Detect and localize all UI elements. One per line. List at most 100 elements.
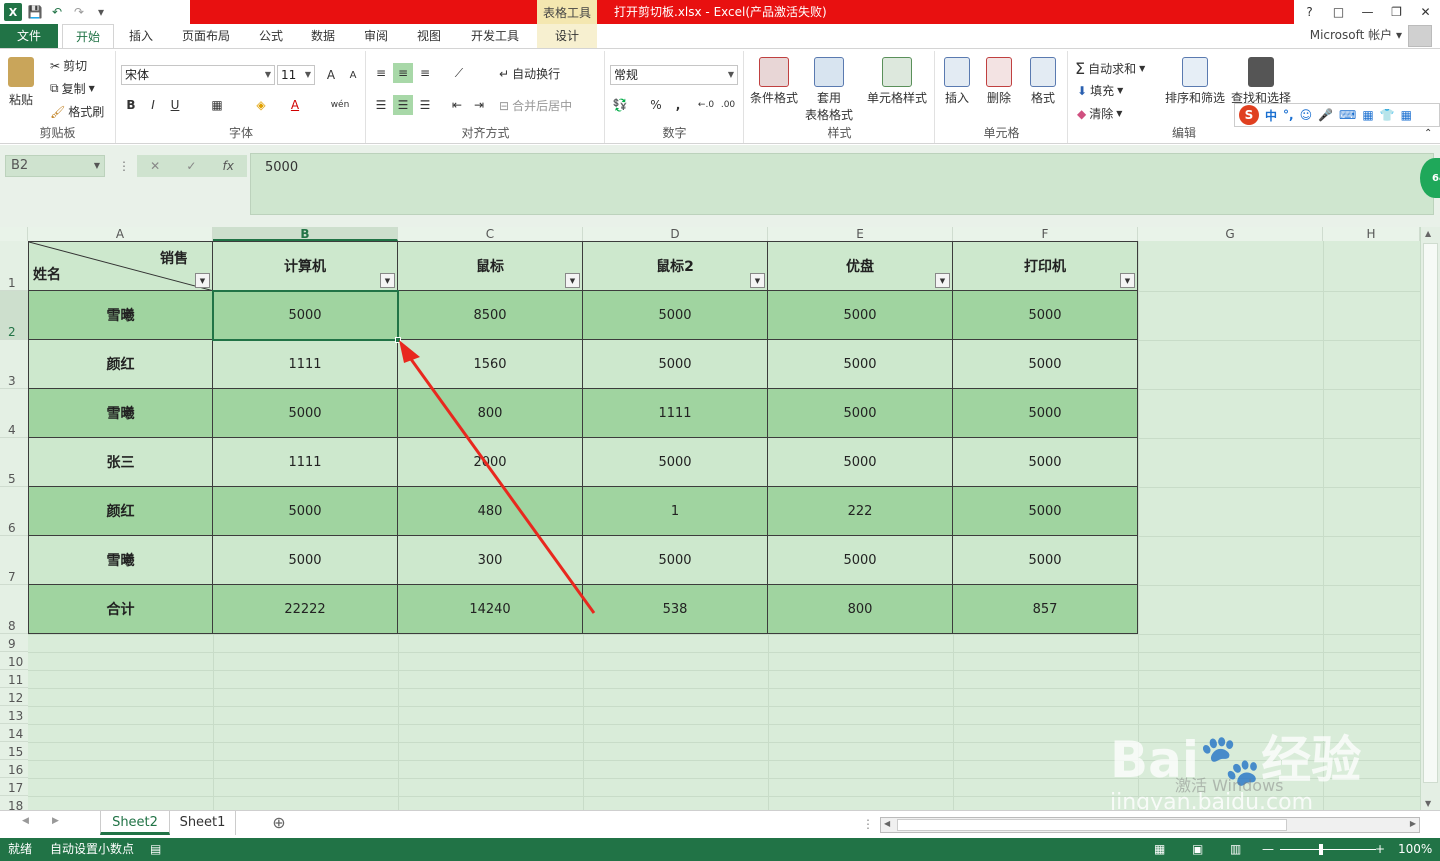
copy-button[interactable]: ⧉ 复制 ▼ [50,80,95,97]
table-corner-cell[interactable]: 销售 姓名 ▼ [28,241,213,291]
maximize-button[interactable]: ❐ [1382,0,1411,24]
orientation-icon[interactable]: ⟋ [449,63,469,83]
close-button[interactable]: ✕ [1411,0,1440,24]
table-cell[interactable]: 5000 [213,389,398,438]
align-left-icon[interactable]: ☰ [371,95,391,115]
row-header-9[interactable]: 9 [0,634,28,652]
table-cell[interactable]: 1111 [213,340,398,389]
insert-cells-button[interactable]: 插入 [944,57,970,106]
table-cell[interactable]: 5000 [213,536,398,585]
vertical-scroll-thumb[interactable] [1423,243,1438,783]
save-icon[interactable]: 💾 [26,3,44,21]
tab-view[interactable]: 视图 [406,24,452,48]
increase-indent-icon[interactable]: ⇥ [469,95,489,115]
tab-design[interactable]: 设计 [537,24,597,48]
scroll-left-icon[interactable]: ◀ [884,819,890,828]
row-header-6[interactable]: 6 [0,487,28,536]
fill-button[interactable]: ⬇ 填充 ▼ [1077,82,1123,99]
undo-icon[interactable]: ↶ [48,3,66,21]
format-painter-button[interactable]: 🖌 格式刷 [50,103,104,120]
font-name-combo[interactable]: 宋体 ▼ [121,65,275,85]
table-cell[interactable]: 800 [398,389,583,438]
filter-dropdown-icon[interactable]: ▼ [750,273,765,288]
table-cell[interactable]: 5000 [768,340,953,389]
align-center-icon[interactable]: ☰ [393,95,413,115]
table-cell[interactable]: 480 [398,487,583,536]
table-cell[interactable]: 222 [768,487,953,536]
table-header-cell[interactable]: 鼠标 ▼ [398,241,583,291]
table-name-cell[interactable]: 雪曦 [28,389,213,438]
cell-styles-button[interactable]: 单元格样式 [867,57,927,106]
table-name-cell[interactable]: 颜红 [28,340,213,389]
name-box[interactable]: B2 ▼ [5,155,105,177]
row-header-12[interactable]: 12 [0,688,28,706]
tab-file[interactable]: 文件 [0,24,58,48]
filter-dropdown-icon[interactable]: ▼ [935,273,950,288]
row-header-10[interactable]: 10 [0,652,28,670]
column-header-h[interactable]: H [1323,227,1420,241]
align-middle-icon[interactable]: ≡ [393,63,413,83]
table-header-cell[interactable]: 计算机 ▼ [213,241,398,291]
new-sheet-button[interactable]: ⊕ [268,811,290,835]
row-header-5[interactable]: 5 [0,438,28,487]
table-cell[interactable]: 22222 [213,585,398,634]
customize-qat-icon[interactable]: ▾ [92,3,110,21]
align-top-icon[interactable]: ≡ [371,63,391,83]
column-header-c[interactable]: C [398,227,583,241]
table-cell[interactable]: 5000 [953,487,1138,536]
tab-page-layout[interactable]: 页面布局 [170,24,242,48]
emoji-icon[interactable]: ☺ [1300,108,1313,122]
row-header-13[interactable]: 13 [0,706,28,724]
wrap-text-button[interactable]: ↵ 自动换行 [499,65,560,82]
table-name-cell[interactable]: 雪曦 [28,536,213,585]
help-button[interactable]: ? [1295,0,1324,24]
table-cell[interactable]: 5000 [583,438,768,487]
table-name-cell[interactable]: 张三 [28,438,213,487]
zoom-slider-thumb[interactable] [1319,844,1323,855]
avatar[interactable] [1408,25,1432,47]
tab-developer[interactable]: 开发工具 [460,24,530,48]
row-header-17[interactable]: 17 [0,778,28,796]
filter-dropdown-icon[interactable]: ▼ [565,273,580,288]
select-all-corner[interactable] [0,227,28,241]
row-header-15[interactable]: 15 [0,742,28,760]
autosum-button[interactable]: Σ 自动求和 ▼ [1075,59,1145,78]
microphone-icon[interactable]: 🎤 [1318,108,1333,122]
increase-decimal-icon[interactable]: ←.0 [696,95,716,115]
row-header-3[interactable]: 3 [0,340,28,389]
table-name-cell[interactable]: 颜红 [28,487,213,536]
tab-splitter-icon[interactable]: ⋮ [862,817,874,831]
phonetic-button[interactable]: wén [327,95,353,115]
column-header-e[interactable]: E [768,227,953,241]
delete-cells-button[interactable]: 删除 [986,57,1012,106]
ime-mode[interactable]: 中 [1265,107,1277,124]
row-header-11[interactable]: 11 [0,670,28,688]
border-icon[interactable]: ▦ [207,95,227,115]
table-cell[interactable]: 14240 [398,585,583,634]
table-cell[interactable]: 5000 [213,487,398,536]
cut-button[interactable]: ✂ 剪切 [50,57,87,74]
column-header-d[interactable]: D [583,227,768,241]
table-cell[interactable]: 800 [768,585,953,634]
normal-view-icon[interactable]: ▦ [1154,838,1165,861]
column-header-b[interactable]: B [213,227,398,241]
macro-record-icon[interactable]: ▤ [150,838,161,861]
table-header-cell[interactable]: 打印机 ▼ [953,241,1138,291]
next-sheet-icon[interactable]: ▶ [52,816,59,826]
enter-icon[interactable]: ✓ [186,159,196,173]
row-header-7[interactable]: 7 [0,536,28,585]
percent-button[interactable]: % [646,95,666,115]
table-cell[interactable]: 5000 [768,291,953,340]
table-cell[interactable]: 5000 [768,438,953,487]
table-cell[interactable]: 8500 [398,291,583,340]
zoom-in-icon[interactable]: + [1375,838,1385,861]
paste-button[interactable]: 粘贴 [8,57,34,108]
scroll-up-icon[interactable]: ▲ [1425,229,1431,238]
row-header-16[interactable]: 16 [0,760,28,778]
grow-font-button[interactable]: A [321,65,341,85]
collapse-ribbon-icon[interactable]: ⌃ [1424,128,1432,139]
currency-icon[interactable]: 💱 [610,95,630,115]
table-cell[interactable]: 1 [583,487,768,536]
column-header-a[interactable]: A [28,227,213,241]
italic-button[interactable]: I [143,95,163,115]
